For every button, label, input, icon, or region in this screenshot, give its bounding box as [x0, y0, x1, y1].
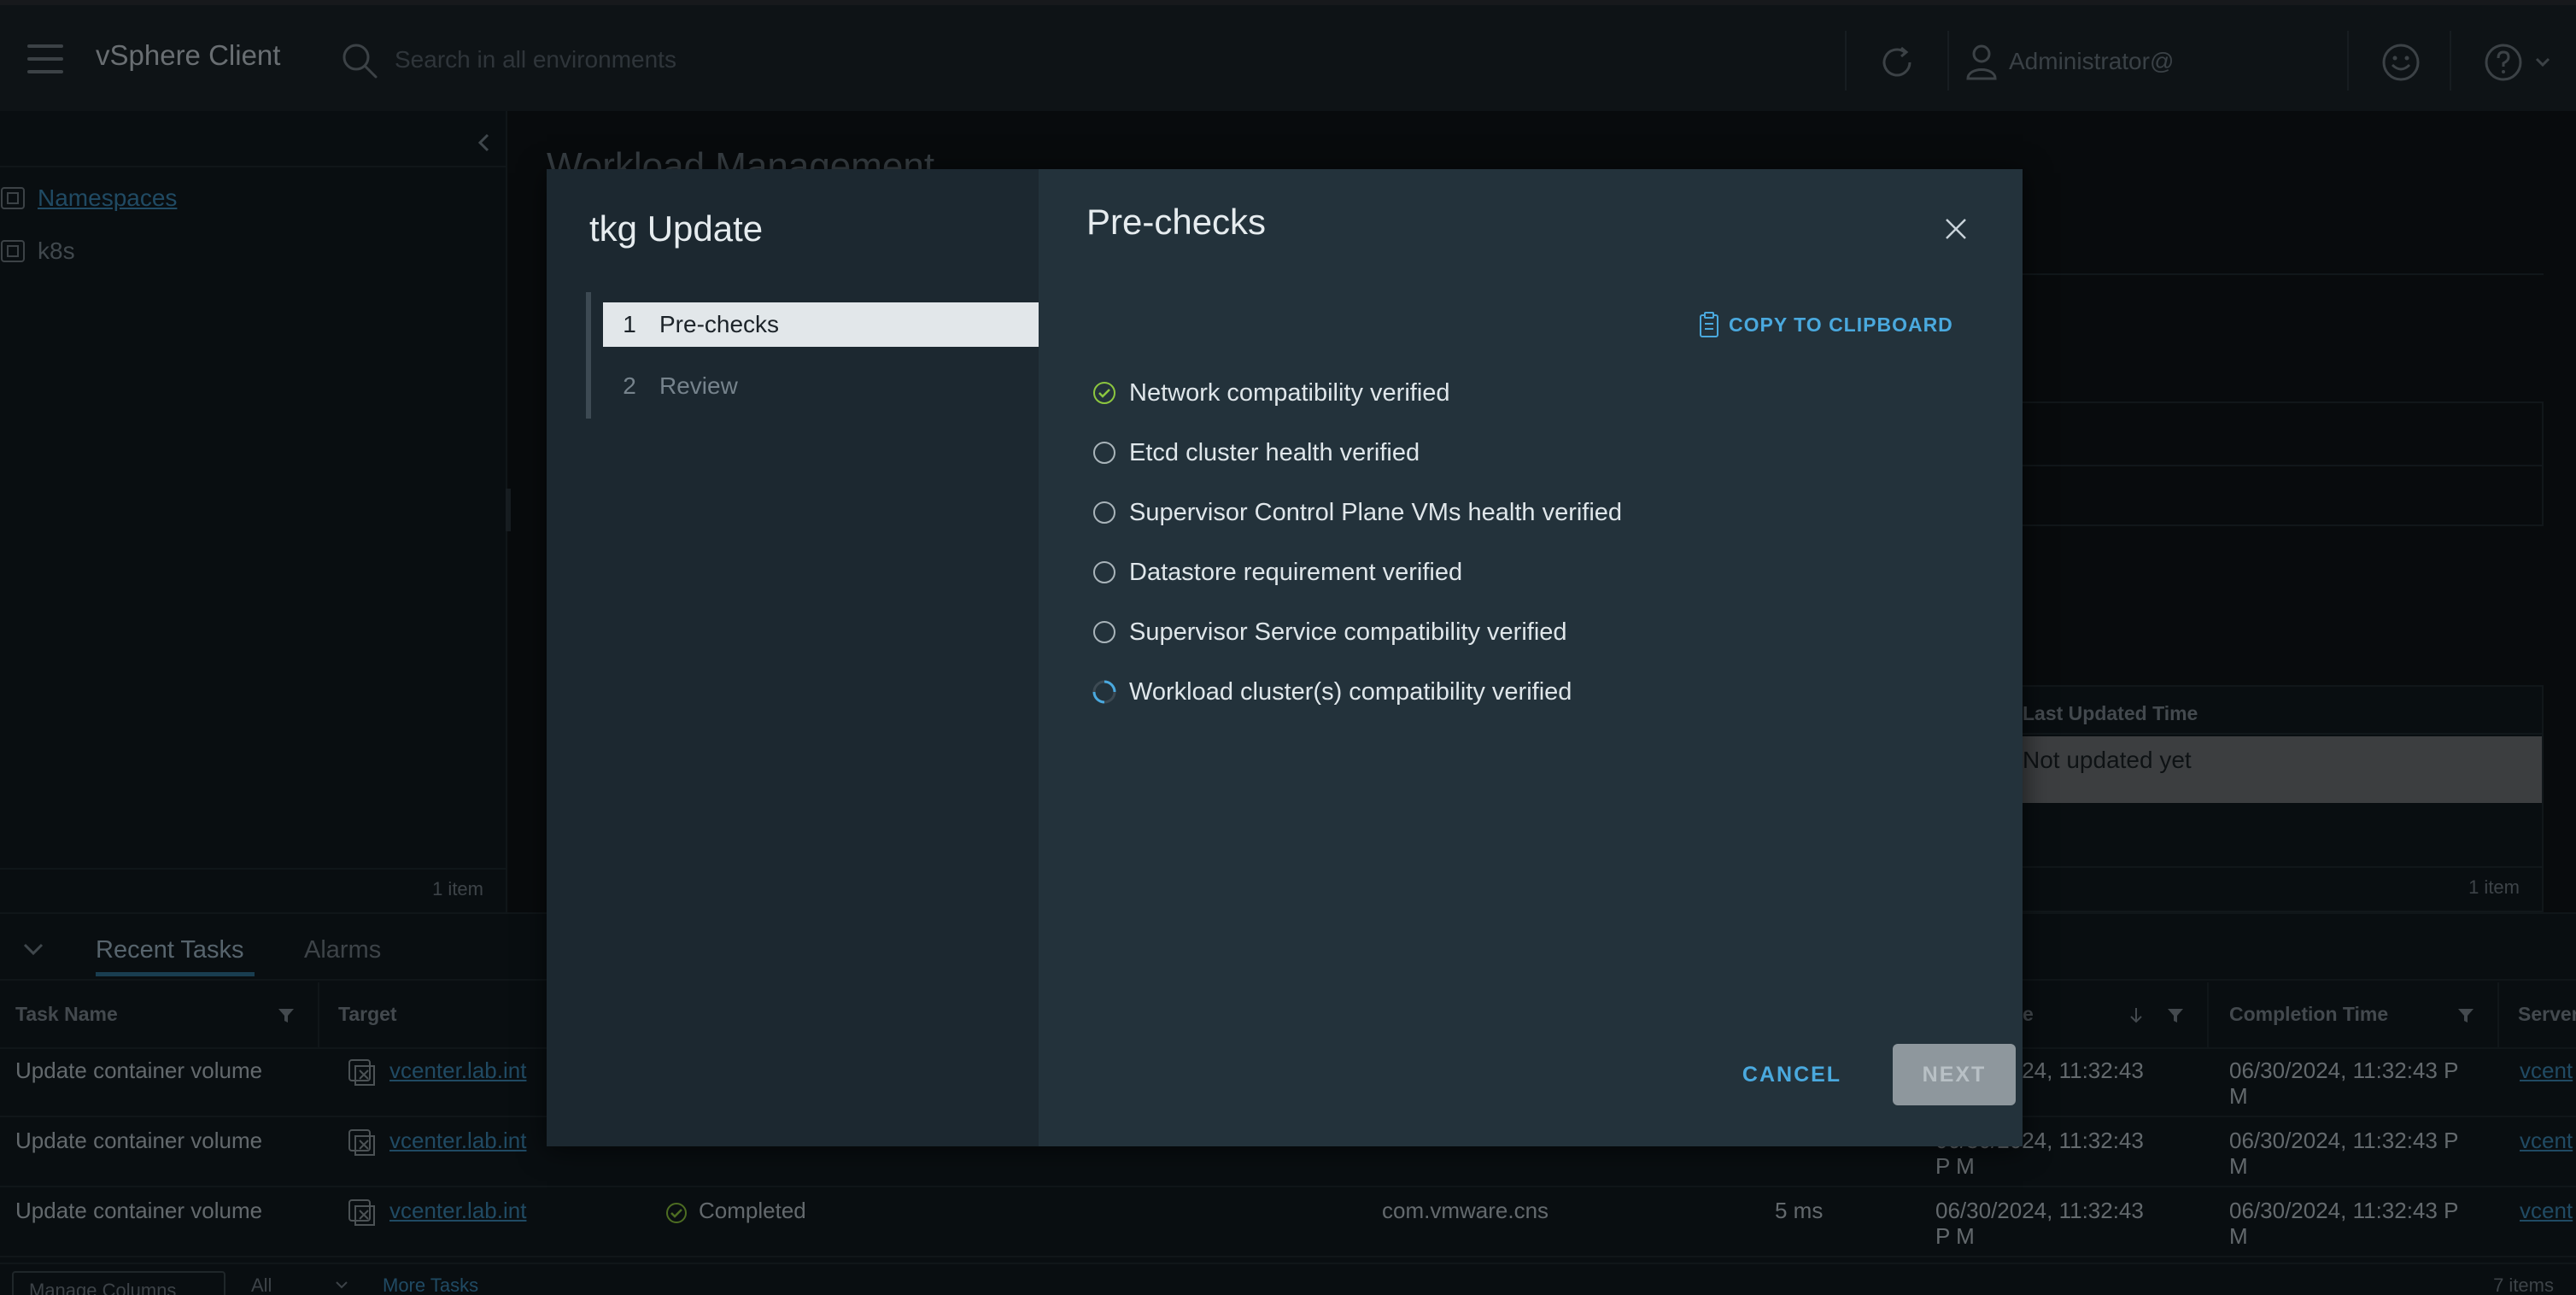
check-circle-icon	[1093, 382, 1115, 404]
pending-circle-icon	[1093, 621, 1115, 643]
clipboard-icon	[1700, 312, 1718, 337]
precheck-item: Datastore requirement verified	[1092, 555, 1462, 589]
step-number: 1	[623, 311, 636, 337]
content-title: Pre-checks	[1086, 202, 1267, 242]
step-pre-checks[interactable]: 1 Pre-checks	[603, 302, 1039, 347]
pending-circle-icon	[1093, 561, 1115, 583]
step-rail	[586, 292, 591, 419]
copy-to-clipboard-button[interactable]: COPY TO CLIPBOARD	[1698, 309, 1953, 340]
step-label: Pre-checks	[659, 311, 780, 337]
spinner-icon	[1092, 680, 1116, 704]
pending-circle-icon	[1093, 501, 1115, 524]
copy-label: COPY TO CLIPBOARD	[1729, 313, 1953, 336]
precheck-item: Network compatibility verified	[1092, 376, 1450, 410]
pending-circle-icon	[1093, 442, 1115, 464]
precheck-label: Workload cluster(s) compatibility verifi…	[1129, 677, 1572, 706]
precheck-item: Supervisor Service compatibility verifie…	[1092, 615, 1567, 649]
step-review[interactable]: 2 Review	[603, 364, 1039, 408]
precheck-label: Supervisor Control Plane VMs health veri…	[1129, 498, 1623, 526]
precheck-item: Workload cluster(s) compatibility verifi…	[1092, 675, 1572, 709]
cancel-button[interactable]: CANCEL	[1732, 1044, 1852, 1105]
next-button[interactable]: NEXT	[1893, 1044, 2016, 1105]
step-number: 2	[623, 372, 636, 399]
step-label: Review	[659, 372, 738, 399]
close-icon[interactable]	[1942, 215, 1970, 243]
tkg-update-wizard: tkg Update 1 Pre-checks 2 Review Pre-che…	[547, 169, 2023, 1146]
wizard-steps-panel: tkg Update 1 Pre-checks 2 Review	[547, 169, 1039, 1146]
wizard-title: tkg Update	[589, 208, 764, 249]
wizard-content: Pre-checks COPY TO CLIPBOARD Network com…	[1039, 169, 2023, 1146]
precheck-label: Supervisor Service compatibility verifie…	[1129, 618, 1567, 646]
precheck-label: Datastore requirement verified	[1129, 558, 1463, 586]
precheck-label: Network compatibility verified	[1129, 378, 1450, 407]
precheck-label: Etcd cluster health verified	[1129, 438, 1420, 466]
precheck-item: Etcd cluster health verified	[1092, 436, 1420, 470]
precheck-item: Supervisor Control Plane VMs health veri…	[1092, 495, 1622, 530]
